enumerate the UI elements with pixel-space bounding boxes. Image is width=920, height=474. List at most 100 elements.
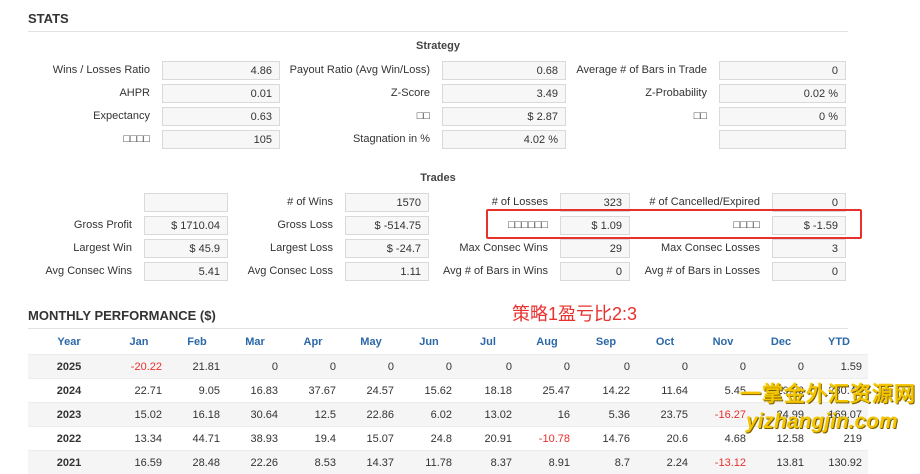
month-value-cell: 38.93 xyxy=(226,427,284,451)
column-header-nov[interactable]: Nov xyxy=(694,330,752,355)
month-value-cell: 22.86 xyxy=(342,403,400,427)
year-cell: 2022 xyxy=(28,427,110,451)
month-value-cell: -13.12 xyxy=(694,451,752,474)
table-row: 202116.5928.4822.268.5314.3711.788.378.9… xyxy=(28,451,868,474)
column-header-oct[interactable]: Oct xyxy=(636,330,694,355)
month-value-cell: 21.81 xyxy=(168,355,226,379)
month-value-cell: 13.34 xyxy=(110,427,168,451)
month-value-cell: 16.18 xyxy=(168,403,226,427)
column-header-jun[interactable]: Jun xyxy=(400,330,458,355)
column-header-feb[interactable]: Feb xyxy=(168,330,226,355)
month-value-cell: -20.22 xyxy=(110,355,168,379)
month-value-cell: 22.71 xyxy=(110,379,168,403)
month-value-cell: 12.5 xyxy=(284,403,342,427)
column-header-mar[interactable]: Mar xyxy=(226,330,284,355)
monthly-divider xyxy=(28,328,848,329)
strategy-stat-label: □□ xyxy=(170,106,430,126)
month-value-cell: 0 xyxy=(284,355,342,379)
strategy-stat-label: □□□□ xyxy=(0,129,150,149)
month-value-cell: 6.02 xyxy=(400,403,458,427)
month-value-cell: 14.22 xyxy=(576,379,636,403)
month-value-cell: 0 xyxy=(576,355,636,379)
month-value-cell: 0 xyxy=(694,355,752,379)
month-value-cell: 28.48 xyxy=(168,451,226,474)
month-value-cell: 8.7 xyxy=(576,451,636,474)
month-value-cell: 22.26 xyxy=(226,451,284,474)
month-value-cell: 15.07 xyxy=(342,427,400,451)
annotation-note: 策略1盈亏比2:3 xyxy=(512,300,637,326)
strategy-stat-label: □□ xyxy=(447,106,707,126)
month-value-cell: 15.62 xyxy=(400,379,458,403)
stats-divider xyxy=(28,31,848,32)
trades-stat-label: Avg # of Bars in Losses xyxy=(500,261,760,281)
column-header-dec[interactable]: Dec xyxy=(752,330,810,355)
column-header-jan[interactable]: Jan xyxy=(110,330,168,355)
month-value-cell: 5.36 xyxy=(576,403,636,427)
strategy-heading: Strategy xyxy=(28,40,848,52)
strategy-stat-label: Z-Probability xyxy=(447,83,707,103)
monthly-title: MONTHLY PERFORMANCE ($) xyxy=(28,308,216,323)
column-header-jul[interactable]: Jul xyxy=(458,330,518,355)
strategy-stat-label: Average # of Bars in Trade xyxy=(447,60,707,80)
month-value-cell: 11.78 xyxy=(400,451,458,474)
column-header-year[interactable]: Year xyxy=(28,330,110,355)
column-header-may[interactable]: May xyxy=(342,330,400,355)
trades-stat-label: Max Consec Losses xyxy=(500,238,760,258)
month-value-cell: 11.64 xyxy=(636,379,694,403)
month-value-cell: 14.37 xyxy=(342,451,400,474)
month-value-cell: 0 xyxy=(518,355,576,379)
month-value-cell: 20.91 xyxy=(458,427,518,451)
month-value-cell: 8.91 xyxy=(518,451,576,474)
year-cell: 2025 xyxy=(28,355,110,379)
column-header-aug[interactable]: Aug xyxy=(518,330,576,355)
month-value-cell: 8.37 xyxy=(458,451,518,474)
month-value-cell: 16.59 xyxy=(110,451,168,474)
month-value-cell: 13.81 xyxy=(752,451,810,474)
month-value-cell: -10.78 xyxy=(518,427,576,451)
strategy-stat-value-field: 0 xyxy=(719,61,846,80)
strategy-stat-value-field: 0 % xyxy=(719,107,846,126)
strategy-stat-value-field: 0.02 % xyxy=(719,84,846,103)
month-value-cell: 0 xyxy=(342,355,400,379)
strategy-stat-label: Z-Score xyxy=(170,83,430,103)
month-value-cell: 0 xyxy=(458,355,518,379)
month-value-cell: 4.68 xyxy=(694,427,752,451)
strategy-stat-label: Wins / Losses Ratio xyxy=(0,60,150,80)
year-cell: 2021 xyxy=(28,451,110,474)
month-value-cell: 16.83 xyxy=(226,379,284,403)
strategy-stat-label xyxy=(447,129,707,149)
table-row: 2025-20.2221.8100000000001.59 xyxy=(28,355,868,379)
trades-stat-value-field: 3 xyxy=(772,239,846,258)
monthly-header-row: YearJanFebMarAprMayJunJulAugSepOctNovDec… xyxy=(28,330,868,355)
strategy-stat-value-field xyxy=(719,130,846,149)
strategy-stat-label: Expectancy xyxy=(0,106,150,126)
month-value-cell: 18.18 xyxy=(458,379,518,403)
month-value-cell: 16 xyxy=(518,403,576,427)
month-value-cell: 130.92 xyxy=(810,451,868,474)
strategy-stat-label: Payout Ratio (Avg Win/Loss) xyxy=(170,60,430,80)
trades-heading: Trades xyxy=(28,172,848,184)
month-value-cell: 13.02 xyxy=(458,403,518,427)
month-value-cell: 25.47 xyxy=(518,379,576,403)
column-header-apr[interactable]: Apr xyxy=(284,330,342,355)
month-value-cell: 0 xyxy=(226,355,284,379)
month-value-cell: 0 xyxy=(636,355,694,379)
month-value-cell: 19.4 xyxy=(284,427,342,451)
trades-stat-value-field: 0 xyxy=(772,262,846,281)
month-value-cell: 1.59 xyxy=(810,355,868,379)
month-value-cell: 37.67 xyxy=(284,379,342,403)
month-value-cell: 23.75 xyxy=(636,403,694,427)
strategy-stat-label: Stagnation in % xyxy=(170,129,430,149)
highlight-box xyxy=(486,209,862,239)
month-value-cell: 24.8 xyxy=(400,427,458,451)
column-header-ytd[interactable]: YTD xyxy=(810,330,868,355)
year-cell: 2024 xyxy=(28,379,110,403)
month-value-cell: 24.57 xyxy=(342,379,400,403)
table-row: 202213.3444.7138.9319.415.0724.820.91-10… xyxy=(28,427,868,451)
month-value-cell: 20.6 xyxy=(636,427,694,451)
month-value-cell: 14.76 xyxy=(576,427,636,451)
watermark-url: yizhangjin.com xyxy=(746,410,898,434)
column-header-sep[interactable]: Sep xyxy=(576,330,636,355)
strategy-stat-label: AHPR xyxy=(0,83,150,103)
month-value-cell: 0 xyxy=(752,355,810,379)
